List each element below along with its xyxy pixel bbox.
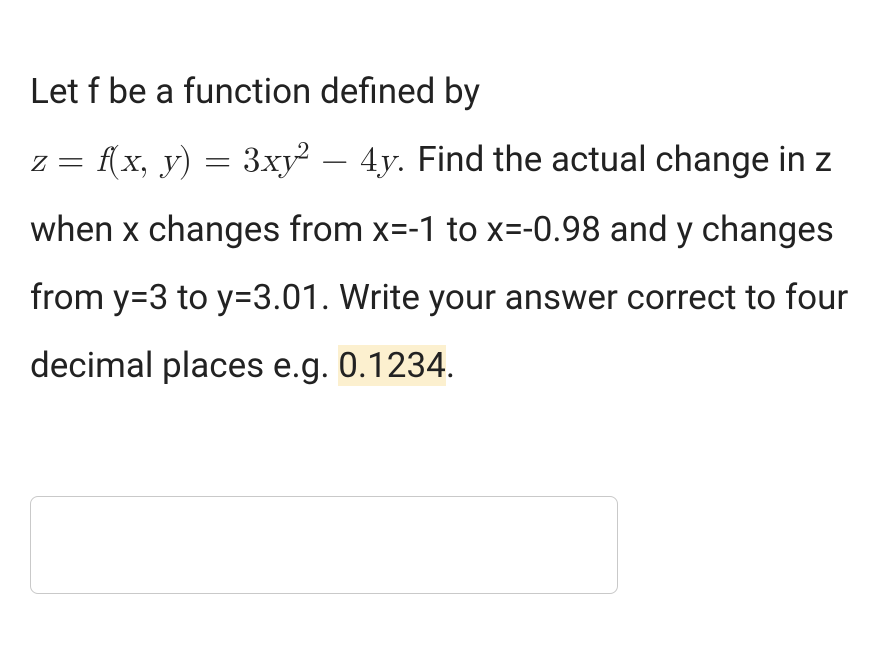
answer-input[interactable] bbox=[30, 496, 618, 594]
question-example-highlight: 0.1234 bbox=[338, 345, 446, 386]
question-end: . bbox=[446, 345, 455, 386]
question-text: Let f be a function defined by z = f(x, … bbox=[30, 58, 864, 400]
question-equation: z = f(x, y) = 3xy2 − 4y. bbox=[30, 143, 417, 178]
question-intro: Let f be a function defined by bbox=[30, 71, 480, 112]
